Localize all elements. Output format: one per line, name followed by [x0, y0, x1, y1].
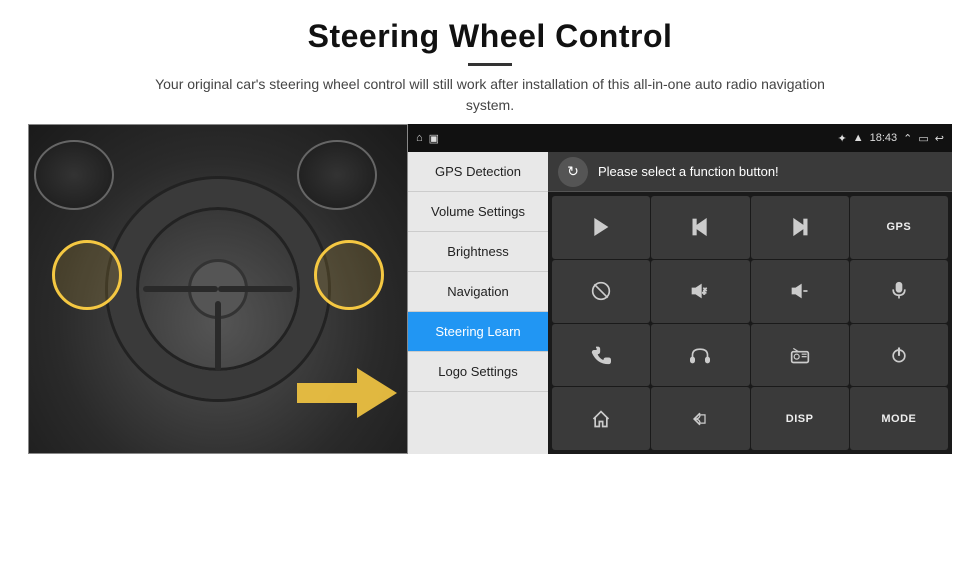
home-icon: [591, 409, 611, 429]
gauge-left: [34, 140, 114, 210]
back-icon: ↩: [935, 132, 944, 145]
menu-item-gps[interactable]: GPS Detection: [408, 152, 548, 192]
menu-item-navigation[interactable]: Navigation: [408, 272, 548, 312]
expand-icon: ⌃: [903, 132, 912, 145]
button-highlight-right: [314, 240, 384, 310]
home-button[interactable]: [552, 387, 650, 450]
page-header: Steering Wheel Control Your original car…: [0, 0, 980, 124]
vol-up-icon: +: [690, 281, 710, 301]
time-display: 18:43: [870, 132, 898, 144]
headset-icon: [690, 345, 710, 365]
spoke-left: [143, 286, 218, 292]
back-nav-button[interactable]: [651, 387, 749, 450]
signal-icon: ▲: [853, 132, 864, 144]
media-icon: ▣: [429, 132, 439, 145]
mic-button[interactable]: [850, 260, 948, 323]
content-header-text: Please select a function button!: [598, 164, 779, 179]
prev-track-button[interactable]: [651, 196, 749, 259]
home-icon: ⌂: [416, 132, 423, 144]
steering-wheel-image: [28, 124, 408, 454]
arrow-overlay: [297, 363, 397, 423]
screen-content: ↻ Please select a function button!: [548, 152, 952, 454]
play-icon: [591, 217, 611, 237]
spoke-down: [215, 301, 221, 371]
mute-icon: [591, 281, 611, 301]
menu-item-logo[interactable]: Logo Settings: [408, 352, 548, 392]
radio-button[interactable]: [751, 324, 849, 387]
mic-icon: [889, 281, 909, 301]
menu-item-steering[interactable]: Steering Learn: [408, 312, 548, 352]
main-content: ⌂ ▣ ✦ ▲ 18:43 ⌃ ▭ ↩ GPS Detection: [0, 124, 980, 564]
vol-up-button[interactable]: +: [651, 260, 749, 323]
direction-arrow: [297, 363, 397, 423]
mode-button[interactable]: MODE: [850, 387, 948, 450]
phone-icon: [591, 345, 611, 365]
mute-button[interactable]: [552, 260, 650, 323]
vol-down-button[interactable]: [751, 260, 849, 323]
bluetooth-icon: ✦: [838, 132, 847, 145]
menu-item-brightness[interactable]: Brightness: [408, 232, 548, 272]
steering-wheel: [108, 179, 328, 399]
gauge-right: [297, 140, 377, 210]
status-left: ⌂ ▣: [416, 132, 439, 145]
play-button[interactable]: [552, 196, 650, 259]
status-right: ✦ ▲ 18:43 ⌃ ▭ ↩: [838, 132, 944, 145]
menu-list: GPS Detection Volume Settings Brightness…: [408, 152, 548, 454]
vol-down-icon: [790, 281, 810, 301]
radio-icon: [790, 345, 810, 365]
power-button[interactable]: [850, 324, 948, 387]
mode-label: MODE: [881, 413, 916, 425]
menu-item-volume[interactable]: Volume Settings: [408, 192, 548, 232]
next-track-button[interactable]: [751, 196, 849, 259]
disp-button[interactable]: DISP: [751, 387, 849, 450]
header-divider: [468, 63, 512, 66]
disp-label: DISP: [786, 413, 814, 425]
screen-body: GPS Detection Volume Settings Brightness…: [408, 152, 952, 454]
next-icon: [790, 217, 810, 237]
car-screen: ⌂ ▣ ✦ ▲ 18:43 ⌃ ▭ ↩ GPS Detection: [408, 124, 952, 454]
headset-button[interactable]: [651, 324, 749, 387]
button-highlight-left: [52, 240, 122, 310]
refresh-button[interactable]: ↻: [558, 157, 588, 187]
page: Steering Wheel Control Your original car…: [0, 0, 980, 564]
window-icon: ▭: [918, 132, 928, 145]
gps-button[interactable]: GPS: [850, 196, 948, 259]
svg-text:+: +: [703, 290, 707, 296]
back-nav-icon: [690, 409, 710, 429]
prev-icon: [690, 217, 710, 237]
content-header: ↻ Please select a function button!: [548, 152, 952, 192]
function-button-grid: GPS: [548, 192, 952, 454]
page-subtitle: Your original car's steering wheel contr…: [140, 74, 840, 116]
phone-button[interactable]: [552, 324, 650, 387]
status-bar: ⌂ ▣ ✦ ▲ 18:43 ⌃ ▭ ↩: [408, 124, 952, 152]
power-icon: [889, 345, 909, 365]
spoke-right: [218, 286, 293, 292]
page-title: Steering Wheel Control: [60, 18, 920, 55]
gps-label: GPS: [887, 221, 912, 233]
